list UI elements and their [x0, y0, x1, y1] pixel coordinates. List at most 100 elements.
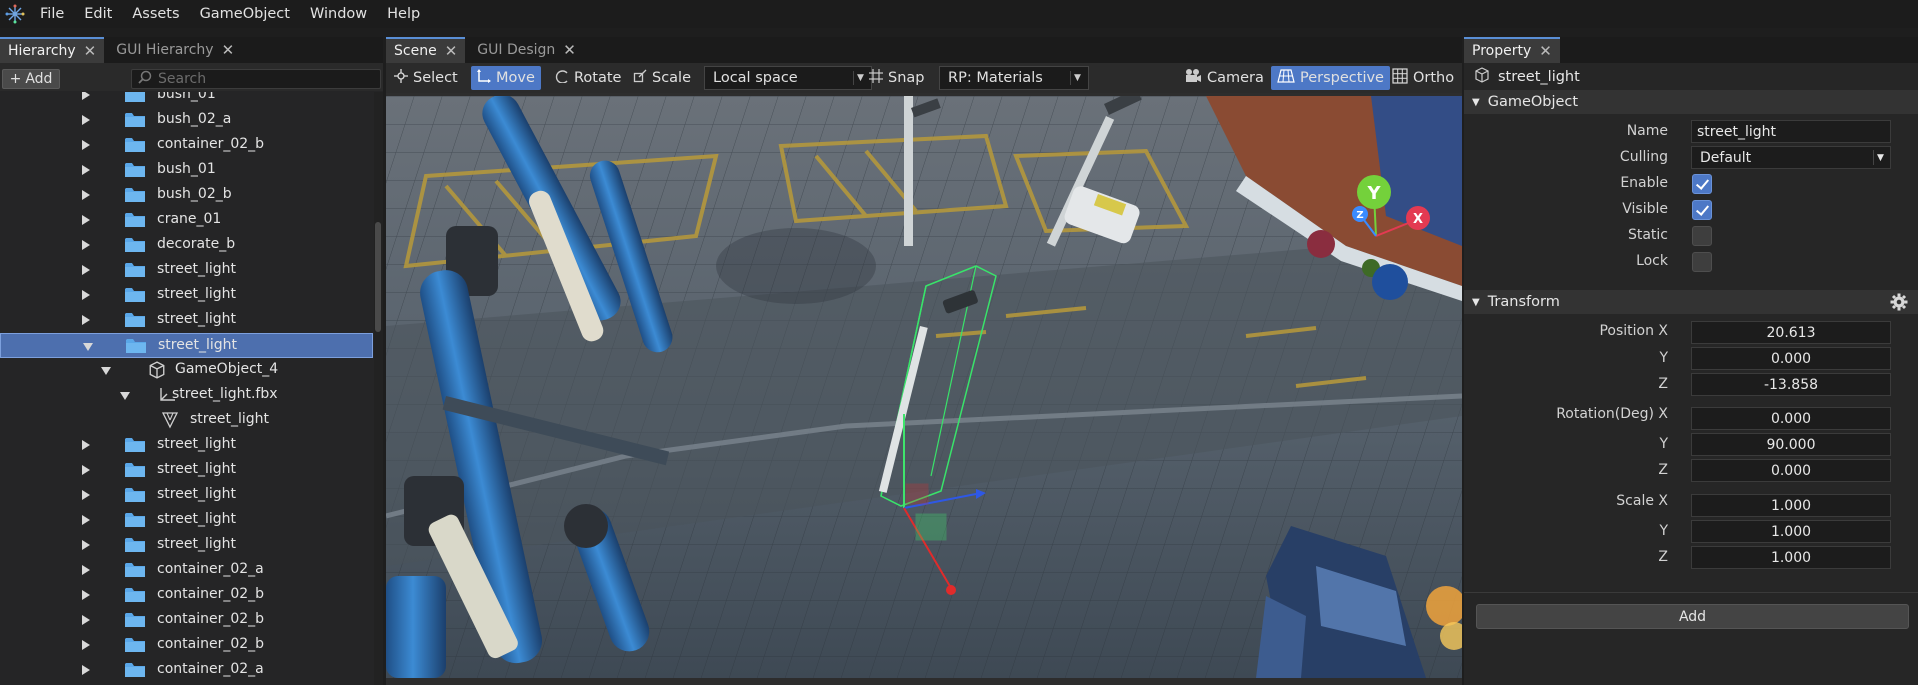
- tree-row[interactable]: container_02_a: [0, 658, 373, 683]
- enable-checkbox[interactable]: [1692, 174, 1712, 194]
- tree-row[interactable]: crane_01: [0, 208, 373, 233]
- tree-row[interactable]: street_light: [0, 408, 373, 433]
- close-icon[interactable]: ✕: [1539, 42, 1552, 60]
- rotate-label: Rotate: [574, 70, 622, 86]
- gear-icon[interactable]: [1890, 293, 1908, 315]
- expand-right-triangle-icon[interactable]: [82, 115, 90, 125]
- expand-right-triangle-icon[interactable]: [82, 140, 90, 150]
- scale-x-field[interactable]: 1.000: [1691, 494, 1891, 517]
- tree-row[interactable]: decorate_b: [0, 233, 373, 258]
- scale-tool-button[interactable]: Scale: [627, 66, 697, 90]
- tree-row[interactable]: container_02_b: [0, 133, 373, 158]
- expand-right-triangle-icon[interactable]: [82, 615, 90, 625]
- expand-right-triangle-icon[interactable]: [82, 465, 90, 475]
- tree-row[interactable]: street_light: [0, 458, 373, 483]
- tab-property[interactable]: Property ✕: [1464, 37, 1560, 63]
- expand-right-triangle-icon[interactable]: [82, 315, 90, 325]
- position-x-field[interactable]: 20.613: [1691, 321, 1891, 344]
- expand-right-triangle-icon[interactable]: [82, 165, 90, 175]
- scale-z-field[interactable]: 1.000: [1691, 546, 1891, 569]
- expand-right-triangle-icon[interactable]: [82, 565, 90, 575]
- tree-row[interactable]: street_light: [0, 533, 373, 558]
- coordinate-space-dropdown[interactable]: Local space ▼: [704, 66, 872, 90]
- expand-right-triangle-icon[interactable]: [82, 265, 90, 275]
- expand-right-triangle-icon[interactable]: [82, 190, 90, 200]
- tree-row[interactable]: street_light: [0, 508, 373, 533]
- ortho-toggle[interactable]: Ortho: [1386, 66, 1460, 90]
- position-z-field[interactable]: -13.858: [1691, 373, 1891, 396]
- name-field[interactable]: street_light: [1691, 120, 1891, 143]
- menu-gameobject[interactable]: GameObject: [190, 0, 300, 28]
- render-path-dropdown[interactable]: RP: Materials ▼: [939, 66, 1089, 90]
- add-component-button[interactable]: Add: [1476, 604, 1909, 629]
- close-icon[interactable]: ✕: [222, 41, 235, 59]
- menu-assets[interactable]: Assets: [122, 0, 189, 28]
- tree-row[interactable]: bush_01: [0, 158, 373, 183]
- tree-row[interactable]: container_02_b: [0, 608, 373, 633]
- snap-toggle[interactable]: Snap: [863, 66, 930, 90]
- menu-window[interactable]: Window: [300, 0, 377, 28]
- close-icon[interactable]: ✕: [563, 41, 576, 59]
- tree-row[interactable]: street_light: [0, 333, 373, 358]
- tree-row[interactable]: street_light.fbx: [0, 383, 373, 408]
- expand-right-triangle-icon[interactable]: [82, 240, 90, 250]
- tree-row[interactable]: street_light: [0, 283, 373, 308]
- visible-checkbox[interactable]: [1692, 200, 1712, 220]
- culling-value: Default: [1700, 149, 1752, 166]
- expand-right-triangle-icon[interactable]: [82, 665, 90, 675]
- tree-row[interactable]: GameObject_4: [0, 358, 373, 383]
- camera-button[interactable]: Camera: [1178, 66, 1270, 90]
- scale-y-field[interactable]: 1.000: [1691, 520, 1891, 543]
- rotation-y-field[interactable]: 90.000: [1691, 433, 1891, 456]
- close-icon[interactable]: ✕: [84, 42, 97, 60]
- position-y-field[interactable]: 0.000: [1691, 347, 1891, 370]
- expand-right-triangle-icon[interactable]: [82, 290, 90, 300]
- move-tool-button[interactable]: Move: [471, 66, 541, 90]
- menu-help[interactable]: Help: [377, 0, 430, 28]
- expand-right-triangle-icon[interactable]: [82, 515, 90, 525]
- select-tool-button[interactable]: Select: [388, 66, 464, 90]
- hierarchy-scrollbar[interactable]: [374, 92, 383, 685]
- rotation-x-field[interactable]: 0.000: [1691, 407, 1891, 430]
- expand-right-triangle-icon[interactable]: [82, 540, 90, 550]
- tree-row[interactable]: bush_02_a: [0, 108, 373, 133]
- perspective-toggle[interactable]: Perspective: [1271, 66, 1390, 90]
- search-input[interactable]: Search: [131, 69, 381, 89]
- tree-row[interactable]: street_light: [0, 258, 373, 283]
- expand-right-triangle-icon[interactable]: [82, 92, 90, 100]
- expand-down-triangle-icon[interactable]: [83, 343, 93, 351]
- gameobject-section-header[interactable]: ▼ GameObject: [1464, 90, 1918, 114]
- tab-hierarchy[interactable]: Hierarchy ✕: [0, 37, 105, 63]
- tree-row[interactable]: container_02_b: [0, 633, 373, 658]
- tab-gui-design[interactable]: GUI Design ✕: [469, 37, 584, 63]
- expand-down-triangle-icon[interactable]: [101, 367, 111, 375]
- tab-scene[interactable]: Scene ✕: [386, 37, 466, 63]
- culling-dropdown[interactable]: Default ▼: [1691, 146, 1891, 169]
- tree-row[interactable]: bush_01: [0, 92, 373, 108]
- expand-right-triangle-icon[interactable]: [82, 440, 90, 450]
- tree-row[interactable]: container_02_a: [0, 558, 373, 583]
- close-icon[interactable]: ✕: [445, 42, 458, 60]
- tab-gui-hierarchy[interactable]: GUI Hierarchy ✕: [108, 37, 242, 63]
- expand-right-triangle-icon[interactable]: [82, 215, 90, 225]
- tree-row-label: container_02_b: [157, 136, 265, 152]
- expand-right-triangle-icon[interactable]: [82, 640, 90, 650]
- transform-section-header[interactable]: ▼ Transform: [1464, 290, 1918, 314]
- expand-right-triangle-icon[interactable]: [82, 490, 90, 500]
- rotate-tool-button[interactable]: Rotate: [549, 66, 627, 90]
- menu-edit[interactable]: Edit: [74, 0, 122, 28]
- tree-row[interactable]: container_02_b: [0, 583, 373, 608]
- expand-down-triangle-icon[interactable]: [120, 392, 130, 400]
- menu-file[interactable]: File: [30, 0, 74, 28]
- lock-checkbox[interactable]: [1692, 252, 1712, 272]
- tree-row[interactable]: bush_02_b: [0, 183, 373, 208]
- scrollbar-thumb[interactable]: [375, 222, 381, 332]
- expand-right-triangle-icon[interactable]: [82, 590, 90, 600]
- static-checkbox[interactable]: [1692, 226, 1712, 246]
- tree-row[interactable]: street_light: [0, 433, 373, 458]
- rotation-z-field[interactable]: 0.000: [1691, 459, 1891, 482]
- scene-viewport[interactable]: Y Z X: [386, 96, 1462, 678]
- tree-row[interactable]: street_light: [0, 308, 373, 333]
- add-button[interactable]: + Add: [2, 69, 60, 89]
- tree-row[interactable]: street_light: [0, 483, 373, 508]
